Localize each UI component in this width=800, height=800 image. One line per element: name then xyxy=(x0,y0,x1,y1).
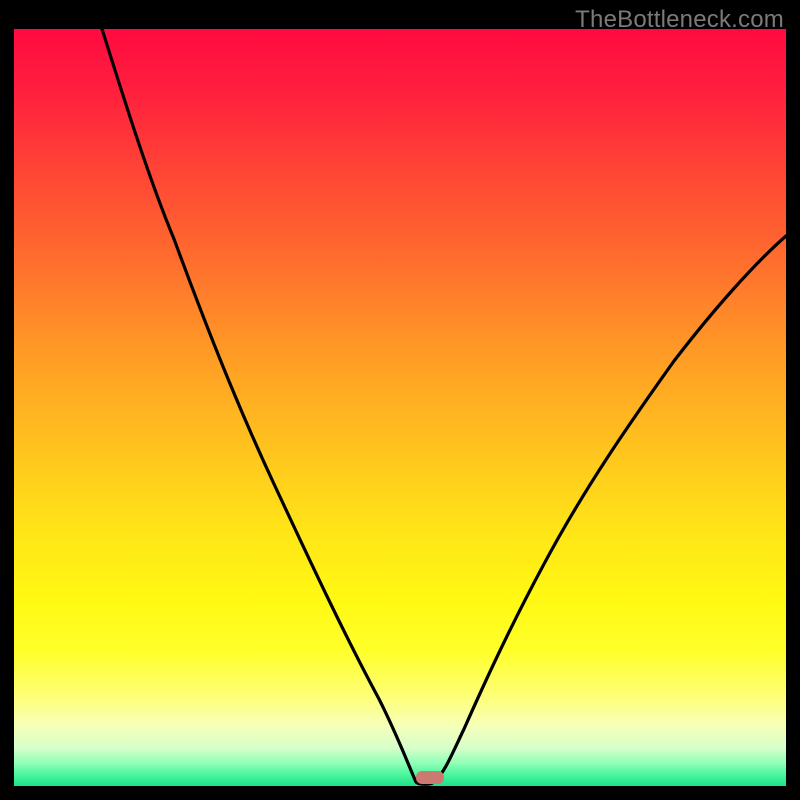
watermark-text: TheBottleneck.com xyxy=(575,6,784,34)
bottleneck-curve xyxy=(14,29,786,786)
optimal-marker xyxy=(416,771,444,784)
curve-path xyxy=(102,29,786,784)
plot-area xyxy=(14,29,786,786)
